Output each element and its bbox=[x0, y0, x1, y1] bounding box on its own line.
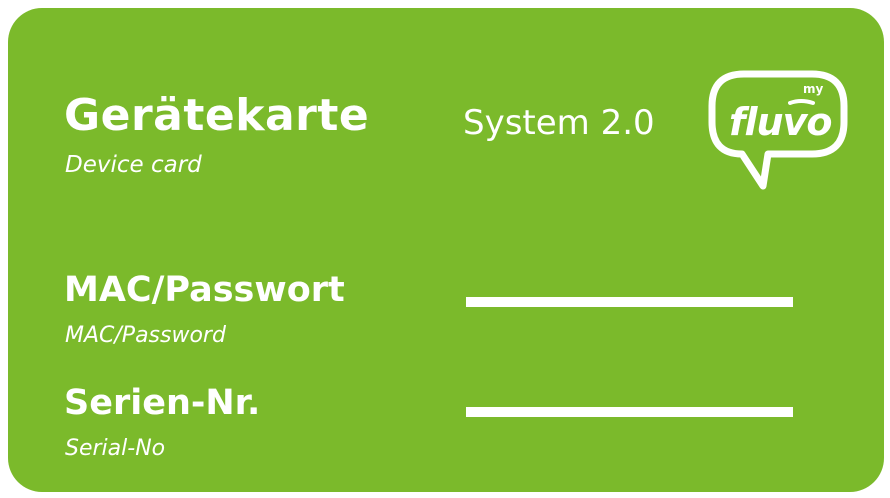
mac-password-sublabel: MAC/Password bbox=[65, 323, 226, 348]
mac-password-line bbox=[466, 297, 793, 307]
myfluvo-logo: my fluvo bbox=[708, 70, 848, 190]
logo-brand: fluvo bbox=[729, 100, 832, 144]
logo-prefix: my bbox=[803, 82, 824, 96]
serial-number-label: Serien-Nr. bbox=[64, 383, 261, 423]
mac-password-label: MAC/Passwort bbox=[64, 270, 345, 310]
card-title: Gerätekarte bbox=[64, 90, 370, 141]
card-subtitle: Device card bbox=[65, 152, 202, 178]
system-version: System 2.0 bbox=[463, 103, 655, 143]
serial-number-line bbox=[466, 407, 793, 417]
serial-number-sublabel: Serial-No bbox=[65, 436, 166, 461]
device-card: Gerätekarte Device card System 2.0 my fl… bbox=[8, 8, 884, 492]
